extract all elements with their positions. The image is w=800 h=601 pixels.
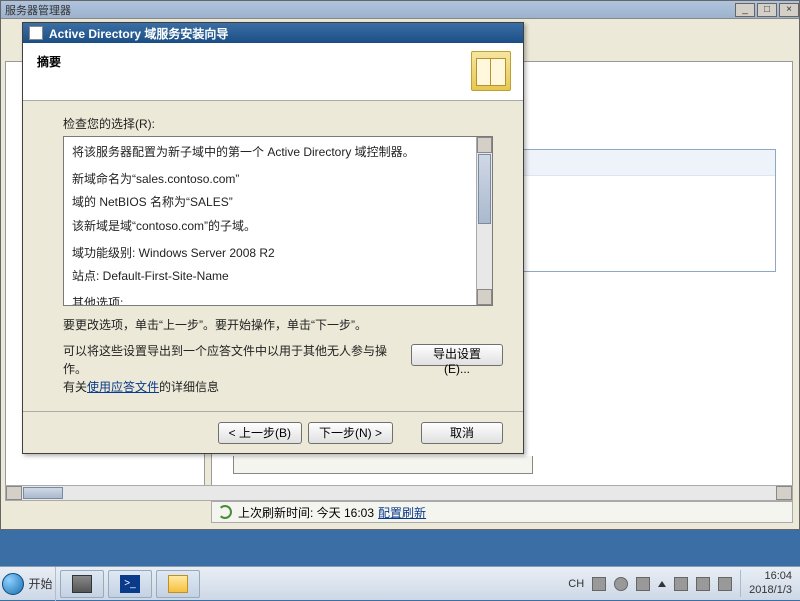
- start-button[interactable]: 开始: [0, 567, 56, 601]
- server-manager-titlebar: 服务器管理器 _ □ ×: [1, 1, 799, 19]
- powershell-icon: >_: [120, 575, 140, 593]
- inner-frame-border: [233, 456, 533, 474]
- summary-scrollbar[interactable]: [476, 137, 492, 305]
- horizontal-scrollbar[interactable]: [5, 485, 793, 501]
- folder-icon: [168, 575, 188, 593]
- wizard-body: 检查您的选择(R): 将该服务器配置为新子域中的第一个 Active Direc…: [23, 101, 523, 404]
- status-bar: 上次刷新时间: 今天 16:03 配置刷新: [211, 501, 793, 523]
- tray-help-icon[interactable]: [614, 577, 628, 591]
- start-label: 开始: [28, 575, 52, 592]
- cancel-button[interactable]: 取消: [421, 422, 503, 444]
- wizard-heading: 摘要: [37, 53, 509, 70]
- scroll-up-button[interactable]: [477, 137, 492, 153]
- taskbar: 开始 >_ CH 16:04 2018/1/3: [0, 566, 800, 600]
- summary-line: 新域命名为“sales.contoso.com”: [72, 170, 484, 189]
- summary-line: 该新域是域“contoso.com”的子域。: [72, 217, 484, 236]
- close-button[interactable]: ×: [779, 3, 799, 17]
- export-description: 可以将这些设置导出到一个应答文件中以用于其他无人参与操作。 有关使用应答文件的详…: [63, 342, 403, 396]
- wizard-app-icon: [29, 26, 43, 40]
- tray-icon-1[interactable]: [592, 577, 606, 591]
- wizard-header: 摘要: [23, 43, 523, 101]
- summary-line: 站点: Default-First-Site-Name: [72, 267, 484, 286]
- configure-refresh-link[interactable]: 配置刷新: [378, 504, 426, 521]
- refresh-icon: [218, 505, 232, 519]
- adds-install-wizard: Active Directory 域服务安装向导 摘要 检查您的选择(R): 将…: [22, 22, 524, 454]
- scroll-right-button[interactable]: [776, 486, 792, 500]
- scroll-left-button[interactable]: [6, 486, 22, 500]
- taskbar-explorer[interactable]: [156, 570, 200, 598]
- taskbar-powershell[interactable]: >_: [108, 570, 152, 598]
- wizard-title: Active Directory 域服务安装向导: [49, 25, 228, 42]
- maximize-button[interactable]: □: [757, 3, 777, 17]
- taskbar-server-manager[interactable]: [60, 570, 104, 598]
- clock-date: 2018/1/3: [749, 584, 792, 597]
- tray-overflow-icon[interactable]: [658, 581, 666, 587]
- back-button[interactable]: < 上一步(B): [218, 422, 302, 444]
- summary-line: 域功能级别: Windows Server 2008 R2: [72, 244, 484, 263]
- minimize-button[interactable]: _: [735, 3, 755, 17]
- tray-network-icon[interactable]: [696, 577, 710, 591]
- export-settings-button[interactable]: 导出设置(E)...: [411, 344, 503, 366]
- tray-icon-2[interactable]: [636, 577, 650, 591]
- server-manager-title: 服务器管理器: [5, 2, 71, 18]
- next-button[interactable]: 下一步(N) >: [308, 422, 393, 444]
- wizard-titlebar[interactable]: Active Directory 域服务安装向导: [23, 23, 523, 43]
- scroll-thumb[interactable]: [23, 487, 63, 499]
- summary-line: 其他选项:: [72, 294, 484, 306]
- check-selection-label: 检查您的选择(R):: [63, 115, 503, 132]
- summary-line: 将该服务器配置为新子域中的第一个 Active Directory 域控制器。: [72, 143, 484, 162]
- status-text: 上次刷新时间: 今天 16:03: [238, 504, 374, 521]
- language-indicator[interactable]: CH: [568, 578, 584, 590]
- system-tray: CH 16:04 2018/1/3: [568, 570, 800, 596]
- change-hint: 要更改选项，单击“上一步”。要开始操作，单击“下一步”。: [63, 316, 503, 334]
- tray-flag-icon[interactable]: [674, 577, 688, 591]
- server-icon: [72, 575, 92, 593]
- summary-textbox[interactable]: 将该服务器配置为新子域中的第一个 Active Directory 域控制器。 …: [63, 136, 493, 306]
- scroll-thumb-vertical[interactable]: [478, 154, 491, 224]
- scroll-down-button[interactable]: [477, 289, 492, 305]
- wizard-footer: < 上一步(B) 下一步(N) > 取消: [23, 411, 523, 453]
- clock[interactable]: 16:04 2018/1/3: [740, 570, 792, 596]
- tray-volume-icon[interactable]: [718, 577, 732, 591]
- answer-file-link[interactable]: 使用应答文件: [87, 380, 159, 394]
- book-icon: [471, 51, 511, 91]
- windows-orb-icon: [2, 573, 24, 595]
- clock-time: 16:04: [749, 570, 792, 583]
- summary-line: 域的 NetBIOS 名称为“SALES”: [72, 193, 484, 212]
